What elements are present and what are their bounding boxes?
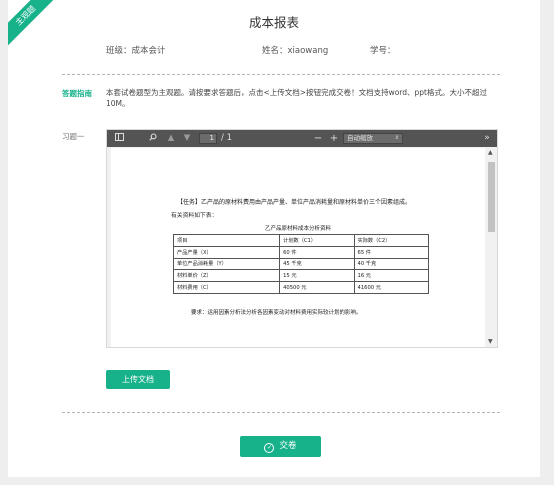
submit-label: 交卷 (279, 441, 297, 451)
search-icon[interactable] (147, 130, 159, 147)
scroll-up-icon[interactable]: ▲ (488, 149, 493, 156)
scrollbar-thumb[interactable] (488, 162, 495, 232)
table-cell: 40 千克 (353, 257, 430, 271)
doc-intro-text: 有关资料如下表： (171, 213, 218, 219)
divider (62, 412, 500, 413)
scroll-down-icon[interactable]: ▼ (488, 338, 493, 345)
zoom-select-value: 自动缩放 (347, 134, 373, 142)
table-cell: 15 元 (279, 269, 355, 283)
table-cell: 材料单价（Z） (172, 269, 281, 283)
table-row: 单位产品消耗量（Y） 45 千克 40 千克 (172, 257, 430, 271)
exam-card: 主观题 成本报表 班级：成本会计 姓名：xiaowang 学号： 答题指南 本套… (8, 0, 540, 477)
page-total: / 1 (221, 133, 232, 143)
viewer-scrollbar[interactable]: ▲ ▼ (486, 147, 497, 347)
guide-text: 本套试卷题型为主观题。请按要求答题后，点击<上传文档>按钮完成交卷！文档支持wo… (106, 88, 487, 108)
table-cell: 材料费用（C） (172, 281, 281, 294)
pdf-viewer[interactable]: ▲ ▼ 1 / 1 − + 自动缩放 ⇕ » 【任务】乙产品的原材料费用由产品产… (106, 129, 498, 348)
more-tools-icon[interactable]: » (481, 130, 493, 147)
zoom-in-icon[interactable]: + (329, 130, 339, 147)
question-label: 习题一 (62, 132, 85, 141)
guide-label: 答题指南 (62, 89, 92, 98)
upload-document-button[interactable]: 上传文档 (106, 370, 170, 389)
table-cell: 65 件 (353, 245, 430, 259)
table-cell: 16 元 (353, 269, 430, 283)
zoom-select[interactable]: 自动缩放 ⇕ (343, 133, 403, 144)
table-header-cell: 项目 (172, 234, 281, 247)
check-circle-icon: ✓ (264, 443, 275, 453)
zoom-out-icon[interactable]: − (313, 130, 323, 147)
student-name-info: 姓名：xiaowang (262, 46, 329, 56)
page-down-icon[interactable]: ▼ (181, 130, 193, 147)
submit-exam-button[interactable]: ✓ 交卷 (240, 436, 321, 457)
doc-task-text: 【任务】乙产品的原材料费用由产品产量、单位产品消耗量和原材料单价三个因素组成。 (177, 199, 412, 206)
table-cell: 单位产品消耗量（Y） (172, 257, 281, 271)
doc-data-table: 项目 计划数（C1） 实际数（C2） 产品产量（X） 60 件 65 件 单位产… (172, 234, 430, 294)
page-number-input[interactable]: 1 (199, 133, 217, 144)
select-arrows-icon: ⇕ (394, 135, 399, 141)
sidebar-toggle-icon[interactable] (113, 130, 125, 147)
student-id-info: 学号： (370, 46, 396, 56)
doc-requirement-text: 要求：运用因素分析法分析各因素变动对材料费用实际较计划的影响。 (191, 310, 362, 316)
table-header-cell: 实际数（C2） (353, 234, 430, 247)
table-cell: 45 千克 (279, 257, 355, 271)
table-row: 材料费用（C） 40500 元 41600 元 (172, 281, 430, 294)
table-cell: 产品产量（X） (172, 245, 281, 259)
page-up-icon[interactable]: ▲ (165, 130, 177, 147)
page-title: 成本报表 (248, 15, 299, 30)
table-row: 产品产量（X） 60 件 65 件 (172, 245, 430, 259)
divider (62, 74, 500, 75)
table-cell: 40500 元 (279, 281, 355, 294)
table-cell: 60 件 (279, 245, 355, 259)
doc-table-title: 乙产品原材料成本分析资料 (264, 226, 331, 232)
table-cell: 41600 元 (353, 281, 430, 294)
document-page: 【任务】乙产品的原材料费用由产品产量、单位产品消耗量和原材料单价三个因素组成。 … (111, 148, 485, 347)
table-row: 材料单价（Z） 15 元 16 元 (172, 269, 430, 283)
table-header-cell: 计划数（C1） (279, 234, 355, 247)
class-info: 班级：成本会计 (106, 46, 166, 56)
viewer-toolbar: ▲ ▼ 1 / 1 − + 自动缩放 ⇕ » (107, 130, 497, 147)
table-header-row: 项目 计划数（C1） 实际数（C2） (172, 234, 430, 247)
